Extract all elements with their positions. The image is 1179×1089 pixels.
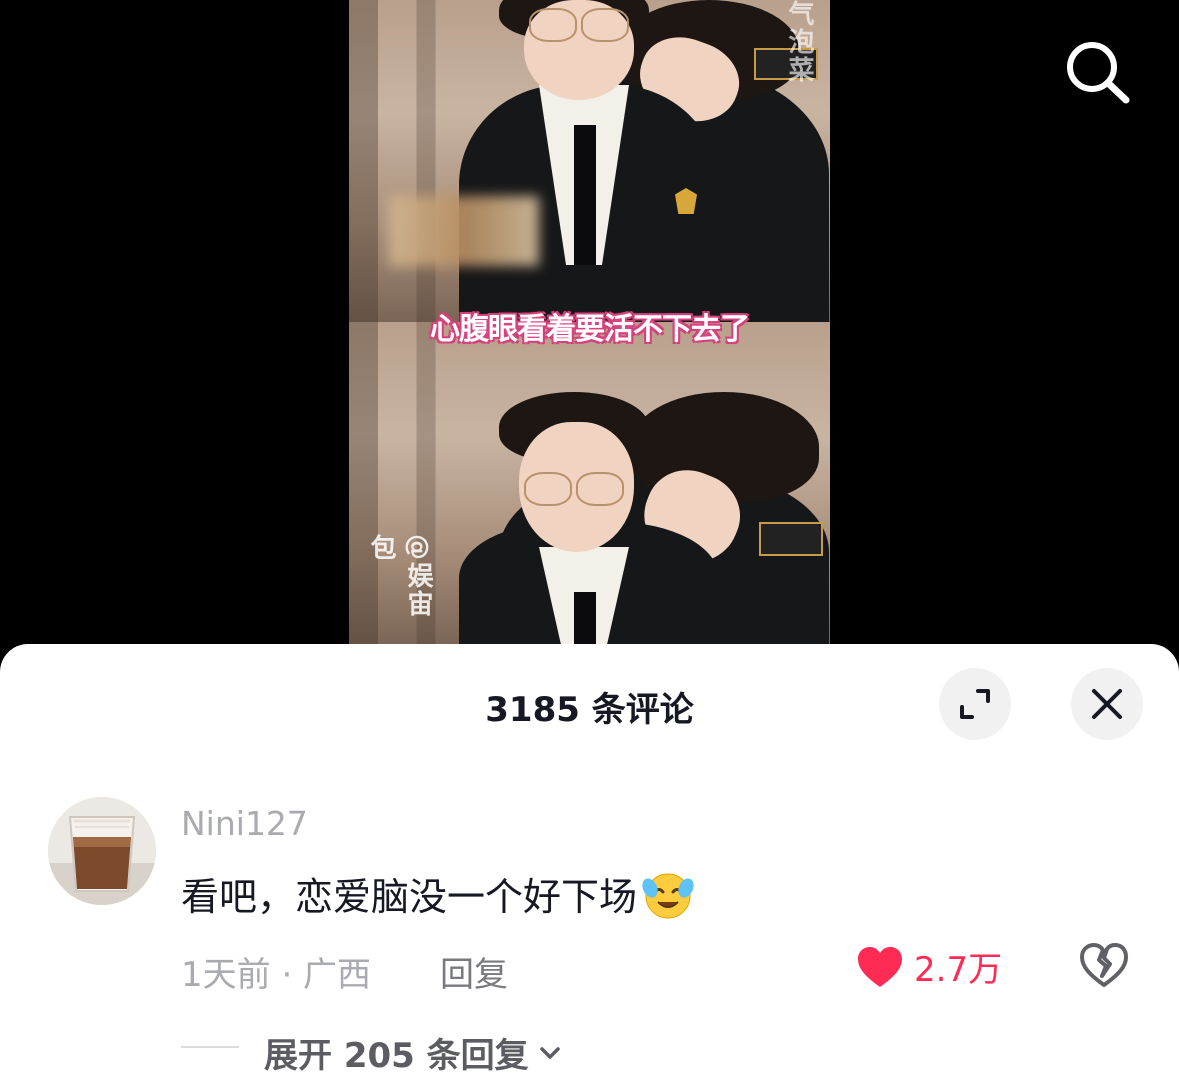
heart-icon	[858, 946, 902, 987]
replies-divider-line	[181, 1046, 239, 1048]
video-frame-top: 气泡菜	[349, 0, 830, 322]
dislike-button[interactable]	[1079, 942, 1129, 992]
comments-sheet: 3185 条评论 Nini127 看吧，恋爱脑没一个好下场 1天前 · 广西 回…	[0, 644, 1179, 1089]
watermark-top: 气泡菜	[784, 0, 814, 84]
comment-username[interactable]: Nini127	[181, 804, 308, 843]
watermark-bottom: @娱宙包	[366, 534, 433, 618]
avatar[interactable]	[48, 797, 156, 905]
expand-replies-label: 展开 205 条回复	[264, 1036, 529, 1076]
crying-laughing-emoji-icon	[641, 870, 695, 929]
search-icon	[1067, 42, 1130, 104]
broken-heart-icon	[1080, 943, 1128, 987]
comment-body: 看吧，恋爱脑没一个好下场	[181, 875, 638, 919]
reply-button[interactable]: 回复	[440, 947, 508, 996]
chevron-down-icon	[539, 1046, 560, 1059]
comment-text: 看吧，恋爱脑没一个好下场	[181, 866, 695, 929]
like-count: 2.7万	[914, 950, 1003, 990]
close-sheet-button[interactable]	[1071, 668, 1143, 740]
comment-time-location: 1天前 · 广西	[181, 955, 372, 995]
drink-glass-avatar-image	[48, 797, 156, 905]
expand-sheet-button[interactable]	[939, 668, 1011, 740]
close-icon	[1092, 689, 1122, 719]
blurred-region	[389, 196, 539, 266]
video-player[interactable]: 气泡菜 心腹眼看着要活不下去了 @娱宙包	[349, 0, 830, 645]
expand-replies-button[interactable]: 展开 205 条回复	[264, 1028, 563, 1077]
video-subtitle: 心腹眼看着要活不下去了	[430, 312, 750, 347]
like-button[interactable]: 2.7万	[856, 942, 1002, 991]
search-button[interactable]	[1060, 38, 1132, 104]
expand-icon	[960, 689, 990, 719]
